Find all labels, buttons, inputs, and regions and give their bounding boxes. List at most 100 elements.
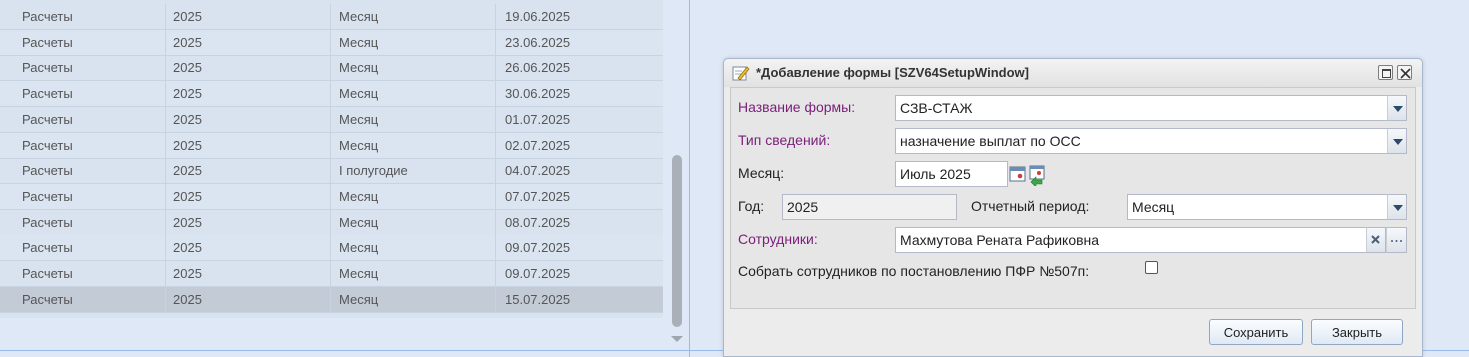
clear-employees-button[interactable] — [1366, 227, 1386, 253]
row-period-cell: Месяц — [331, 55, 496, 80]
year-field[interactable]: 2025 — [782, 194, 957, 220]
table-row[interactable]: Расчеты 2025 Месяц 02.07.2025 — [0, 133, 663, 159]
scroll-down-arrow-icon[interactable] — [671, 336, 683, 342]
add-form-window: *Добавление формы [SZV64SetupWindow] Наз… — [723, 58, 1423, 357]
row-period-cell: Месяц — [331, 184, 496, 209]
row-period-cell: Месяц — [331, 30, 496, 55]
row-type-cell: Расчеты — [0, 55, 166, 80]
table-row[interactable]: Расчеты 2025 Месяц 08.07.2025 — [0, 210, 663, 236]
maximize-button[interactable] — [1378, 65, 1393, 80]
row-year-cell: 2025 — [166, 30, 331, 55]
save-button[interactable]: Сохранить — [1209, 319, 1303, 345]
row-type-cell: Расчеты — [0, 158, 166, 183]
table-row[interactable]: Расчеты 2025 Месяц 09.07.2025 — [0, 235, 663, 261]
clear-month-button[interactable] — [1028, 162, 1048, 188]
close-window-button[interactable] — [1397, 65, 1412, 80]
ellipsis-icon — [1391, 240, 1402, 242]
employees-field[interactable]: Махмутова Рената Рафиковна — [895, 227, 1367, 253]
row-year-cell: 2025 — [166, 235, 331, 260]
edit-form-icon — [732, 64, 750, 82]
row-date-cell: 01.07.2025 — [505, 112, 571, 127]
close-button[interactable]: Закрыть — [1311, 319, 1403, 345]
grid-body: Расчеты 2025 Месяц 19.06.2025 Расчеты 2025 Мес… — [0, 0, 663, 318]
row-date-cell: 09.07.2025 — [505, 266, 571, 281]
form-name-dropdown-trigger[interactable] — [1387, 95, 1407, 121]
row-date-cell: 15.07.2025 — [505, 292, 571, 307]
row-period-cell: Месяц — [331, 107, 496, 132]
table-row[interactable]: Расчеты 2025 Месяц 09.07.2025 — [0, 261, 663, 287]
row-date-cell: 19.06.2025 — [505, 9, 571, 24]
row-date-cell: 02.07.2025 — [505, 138, 571, 153]
row-period-cell: Месяц — [331, 235, 496, 260]
chevron-down-icon — [1393, 205, 1403, 211]
row-type-cell: Расчеты — [0, 235, 166, 260]
row-date-cell: 30.06.2025 — [505, 86, 571, 101]
row-type-cell: Расчеты — [0, 133, 166, 158]
calendar-icon — [1009, 166, 1026, 182]
table-row[interactable]: Расчеты 2025 Месяц 19.06.2025 — [0, 4, 663, 30]
window-header[interactable]: *Добавление формы [SZV64SetupWindow] — [724, 59, 1422, 87]
chevron-down-icon — [1393, 139, 1403, 145]
row-type-cell: Расчеты — [0, 107, 166, 132]
scrollbar-thumb[interactable] — [672, 155, 682, 327]
form-name-combo[interactable]: СЗВ-СТАЖ — [895, 95, 1388, 121]
close-icon — [1400, 68, 1411, 79]
row-year-cell: 2025 — [166, 210, 331, 235]
row-type-cell: Расчеты — [0, 184, 166, 209]
row-type-cell: Расчеты — [0, 30, 166, 55]
row-year-cell: 2025 — [166, 133, 331, 158]
clear-icon — [1371, 235, 1380, 244]
row-period-cell: Месяц — [331, 4, 496, 29]
row-period-cell: Месяц — [331, 261, 496, 286]
form-name-label: Название формы: — [738, 99, 856, 115]
report-period-combo[interactable]: Месяц — [1127, 194, 1388, 220]
table-row[interactable]: Расчеты 2025 Месяц 01.07.2025 — [0, 107, 663, 133]
table-row[interactable]: Расчеты 2025 I полугодие 04.07.2025 — [0, 158, 663, 184]
row-period-cell: Месяц — [331, 81, 496, 106]
window-title: *Добавление формы [SZV64SetupWindow] — [756, 65, 1029, 80]
background-grid-panel: Расчеты 2025 Месяц 19.06.2025 Расчеты 2025 Мес… — [0, 0, 690, 357]
year-label: Год: — [738, 198, 765, 214]
row-year-cell: 2025 — [166, 107, 331, 132]
info-type-label: Тип сведений: — [738, 132, 831, 148]
row-year-cell: 2025 — [166, 81, 331, 106]
row-date-cell: 09.07.2025 — [505, 240, 571, 255]
row-period-cell: Месяц — [331, 287, 496, 312]
report-period-dropdown-trigger[interactable] — [1387, 194, 1407, 220]
month-field[interactable]: Июль 2025 — [895, 161, 1008, 187]
row-type-cell: Расчеты — [0, 81, 166, 106]
form-body: Название формы: СЗВ-СТАЖ Тип сведений: н… — [730, 87, 1416, 309]
row-year-cell: 2025 — [166, 158, 331, 183]
select-employees-button[interactable] — [1386, 227, 1407, 253]
row-date-cell: 07.07.2025 — [505, 189, 571, 204]
row-date-cell: 08.07.2025 — [505, 215, 571, 230]
collect-employees-label: Собрать сотрудников по постановлению ПФР… — [738, 263, 1090, 279]
table-row[interactable]: Расчеты 2025 Месяц 30.06.2025 — [0, 81, 663, 107]
row-year-cell: 2025 — [166, 4, 331, 29]
info-type-combo[interactable]: назначение выплат по ОСС — [895, 128, 1388, 154]
employees-label: Сотрудники: — [738, 231, 818, 247]
info-type-dropdown-trigger[interactable] — [1387, 128, 1407, 154]
row-type-cell: Расчеты — [0, 261, 166, 286]
table-row[interactable]: Расчеты 2025 Месяц 26.06.2025 — [0, 55, 663, 81]
row-date-cell: 26.06.2025 — [505, 60, 571, 75]
row-period-cell: Месяц — [331, 210, 496, 235]
table-row[interactable]: Расчеты 2025 Месяц 15.07.2025 — [0, 287, 663, 313]
calendar-reset-icon — [1029, 165, 1045, 188]
row-date-cell: 23.06.2025 — [505, 35, 571, 50]
row-date-cell: 04.07.2025 — [505, 163, 571, 178]
row-type-cell: Расчеты — [0, 4, 166, 29]
calendar-picker-button[interactable] — [1008, 162, 1028, 186]
report-period-label: Отчетный период: — [971, 198, 1090, 214]
row-type-cell: Расчеты — [0, 210, 166, 235]
row-year-cell: 2025 — [166, 55, 331, 80]
table-row[interactable]: Расчеты 2025 Месяц 23.06.2025 — [0, 30, 663, 56]
row-period-cell: I полугодие — [331, 158, 496, 183]
row-period-cell: Месяц — [331, 133, 496, 158]
month-label: Месяц: — [738, 165, 785, 181]
table-row[interactable]: Расчеты 2025 Месяц 07.07.2025 — [0, 184, 663, 210]
grid-vertical-scrollbar[interactable] — [666, 0, 687, 345]
collect-employees-checkbox[interactable] — [1145, 261, 1158, 274]
row-year-cell: 2025 — [166, 184, 331, 209]
row-year-cell: 2025 — [166, 287, 331, 312]
